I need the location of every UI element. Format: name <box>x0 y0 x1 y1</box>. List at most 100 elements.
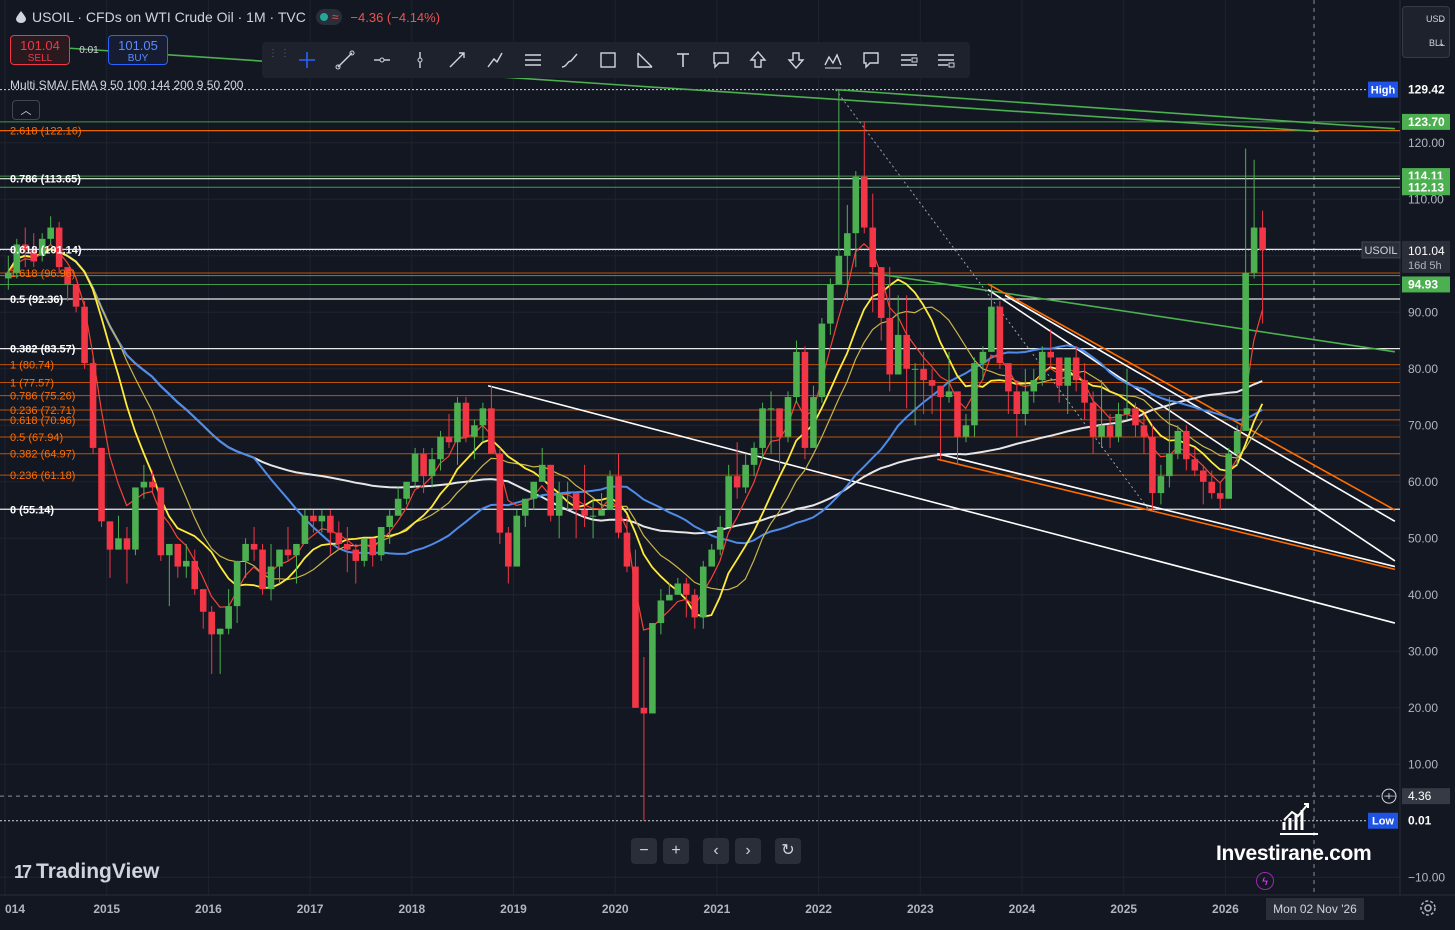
candle-body <box>513 515 521 567</box>
price-tick-label: 90.00 <box>1408 305 1438 319</box>
brush-tool-button[interactable] <box>555 45 585 75</box>
gear-icon[interactable] <box>1418 898 1438 918</box>
indicator-legend[interactable]: Multi SMA/ EMA 9 50 100 144 200 9 50 200 <box>10 78 243 92</box>
candle-body <box>827 284 834 324</box>
candle-body <box>335 532 343 544</box>
price-tick-label: 10.00 <box>1408 757 1438 771</box>
scroll-back-button[interactable]: ‹ <box>703 838 729 864</box>
time-tick-label: 014 <box>5 902 25 916</box>
candle-body <box>174 543 182 567</box>
text-tool-button[interactable] <box>668 45 698 75</box>
candle-body <box>911 368 919 370</box>
candle-body <box>733 476 741 488</box>
arrow-down-tool-button[interactable] <box>781 45 811 75</box>
currency-unit-selector[interactable]: USD ⌄ BLL ⌄ <box>1402 6 1450 58</box>
price-chart[interactable]: 2.618 (122.16) 0.786 (113.65) 0.618 (101.1… <box>0 0 1455 930</box>
candle-body <box>1166 453 1173 477</box>
candle-body <box>725 476 732 527</box>
price-value: 4.36 <box>1408 789 1432 803</box>
lightning-icon[interactable]: ϟ <box>1256 872 1274 890</box>
candle-body <box>988 306 995 352</box>
arrow-line-tool-button[interactable] <box>442 45 472 75</box>
trend-line-tool-button[interactable] <box>330 45 360 75</box>
arrow-line-icon <box>449 52 466 68</box>
parallel-channel-tool-button[interactable] <box>518 45 548 75</box>
candle-body <box>945 391 953 398</box>
zoom-in-button[interactable]: + <box>663 838 689 864</box>
candle-body <box>776 408 783 437</box>
candle-body <box>386 515 393 527</box>
candle-body <box>954 391 961 437</box>
fib-tool-button[interactable] <box>630 45 660 75</box>
candle-body <box>437 436 444 460</box>
unit-select[interactable]: BLL ⌄ <box>1403 31 1449 55</box>
ma-line-200 <box>7 248 1263 535</box>
fib-label: 1.618 (96.96) <box>10 268 75 280</box>
sell-button[interactable]: 101.04 SELL <box>10 35 70 65</box>
candle-body <box>996 306 1004 364</box>
price-tick-label: 20.00 <box>1408 701 1438 715</box>
candle-body <box>844 233 851 256</box>
rectangle-icon <box>600 52 616 68</box>
buy-button[interactable]: 101.05 BUY <box>108 35 168 65</box>
candle-body <box>1038 351 1046 381</box>
reset-chart-button[interactable]: ↻ <box>775 838 801 864</box>
path-tool-button[interactable] <box>480 45 510 75</box>
scroll-forward-button[interactable]: › <box>735 838 761 864</box>
comment-tool-button[interactable] <box>856 45 886 75</box>
candle-body <box>962 425 970 437</box>
candle-body <box>115 538 122 550</box>
fib-label: 0.382 (64.97) <box>10 449 75 461</box>
fib-label: 0 (55.14) <box>10 504 54 516</box>
currency-select[interactable]: USD ⌄ <box>1403 7 1449 31</box>
candle-body <box>1140 425 1148 437</box>
parallel-channel-icon <box>524 54 541 66</box>
candle-body <box>488 408 495 454</box>
candle-body <box>598 510 605 516</box>
indicator-status-badge[interactable]: ≈ <box>315 9 343 25</box>
tradingview-logo[interactable]: 17 TradingView <box>14 860 159 884</box>
drag-handle-icon[interactable]: ⋮⋮ <box>268 49 290 70</box>
candle-body <box>377 527 385 556</box>
time-tick-label: 2017 <box>297 902 324 916</box>
price-tick-label: −10.00 <box>1408 870 1445 884</box>
candle-body <box>445 436 453 443</box>
vertical-line-tool-button[interactable] <box>405 45 435 75</box>
collapse-legend-button[interactable]: ︿ <box>12 100 40 120</box>
candle-body <box>581 510 588 516</box>
price-value: 94.93 <box>1408 277 1438 291</box>
candle-body <box>903 334 910 369</box>
candle-body <box>1047 351 1055 358</box>
candle-body <box>860 176 868 228</box>
candle-body <box>72 284 80 307</box>
short-position-tool-button[interactable] <box>931 45 961 75</box>
callout-tool-button[interactable] <box>706 45 736 75</box>
candle-body <box>267 566 275 590</box>
time-tick-label: 2025 <box>1110 902 1137 916</box>
drawing-toolbar: ⋮⋮ <box>262 42 970 78</box>
fib-icon <box>637 52 653 68</box>
pattern-tool-button[interactable] <box>818 45 848 75</box>
text-icon <box>676 53 689 67</box>
zoom-out-button[interactable]: − <box>631 838 657 864</box>
candle-body <box>742 464 749 488</box>
fib-label: 0.236 (61.18) <box>10 470 75 482</box>
candle-body <box>149 481 156 488</box>
candle-body <box>233 560 241 607</box>
candle-body <box>1183 430 1190 460</box>
countdown-label: 16d 5h <box>1408 260 1442 272</box>
candle-body <box>877 267 885 318</box>
crosshair-tool-button[interactable] <box>292 45 322 75</box>
candle-body <box>403 481 410 499</box>
candle-body <box>191 560 199 590</box>
arrow-up-tool-button[interactable] <box>743 45 773 75</box>
rectangle-tool-button[interactable] <box>593 45 623 75</box>
long-position-tool-button[interactable] <box>894 45 924 75</box>
spread-value: 0.01 <box>79 44 99 56</box>
symbol-title[interactable]: USOIL · CFDs on WTI Crude Oil · 1M · TVC <box>32 9 306 25</box>
label-tag-text: Low <box>1372 816 1394 828</box>
candle-body <box>716 527 724 550</box>
horizontal-ray-tool-button[interactable] <box>367 45 397 75</box>
candle-body <box>394 498 402 516</box>
candle-body <box>301 515 309 544</box>
